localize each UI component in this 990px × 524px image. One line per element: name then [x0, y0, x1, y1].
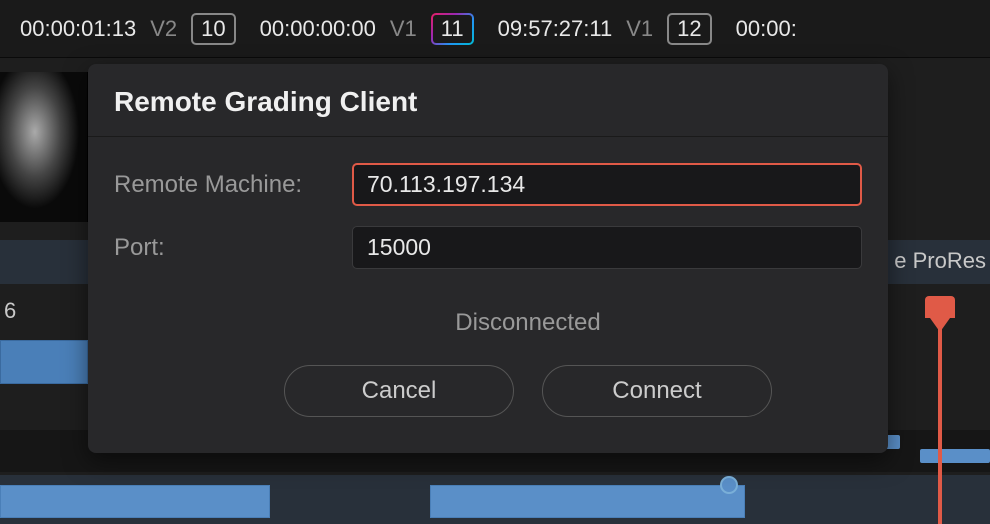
- connection-status: Disconnected: [194, 289, 862, 365]
- timecode-0: 00:00:01:13: [20, 16, 136, 42]
- timecode-2: 09:57:27:11: [498, 16, 613, 42]
- track-label-1: V1: [390, 16, 417, 42]
- dialog-body: Remote Machine: Port: Disconnected Cance…: [88, 137, 888, 423]
- codec-label: e ProRes: [894, 248, 986, 274]
- playhead-line[interactable]: [938, 300, 942, 524]
- timeline-marker-2[interactable]: [920, 449, 990, 463]
- track-label-0: V2: [150, 16, 177, 42]
- clip-thumbnail[interactable]: [0, 72, 88, 222]
- remote-machine-input[interactable]: [352, 163, 862, 206]
- dialog-title: Remote Grading Client: [88, 64, 888, 137]
- toolbar-segment-2: 09:57:27:11 V1 12: [498, 13, 712, 45]
- track-number-0[interactable]: 10: [191, 13, 235, 45]
- cancel-button[interactable]: Cancel: [284, 365, 514, 417]
- bottom-clip-2[interactable]: [430, 485, 745, 518]
- connect-button[interactable]: Connect: [542, 365, 772, 417]
- port-label: Port:: [114, 234, 352, 262]
- toolbar-segment-1: 00:00:00:00 V1 11: [260, 13, 474, 45]
- remote-machine-label: Remote Machine:: [114, 171, 352, 199]
- track-number-2[interactable]: 12: [667, 13, 711, 45]
- remote-machine-row: Remote Machine:: [114, 163, 862, 206]
- port-input[interactable]: [352, 226, 862, 269]
- scrub-handle[interactable]: [720, 476, 738, 494]
- dialog-button-row: Cancel Connect: [194, 365, 862, 417]
- remote-grading-dialog: Remote Grading Client Remote Machine: Po…: [88, 64, 888, 453]
- timeline-clip-block[interactable]: [0, 340, 88, 384]
- bottom-clip-1[interactable]: [0, 485, 270, 518]
- playhead-head[interactable]: [925, 296, 955, 318]
- track-label-2: V1: [626, 16, 653, 42]
- toolbar-segment-0: 00:00:01:13 V2 10: [20, 13, 236, 45]
- port-row: Port:: [114, 226, 862, 269]
- timecode-1: 00:00:00:00: [260, 16, 376, 42]
- timecode-overflow: 00:00:: [736, 16, 797, 42]
- top-toolbar: 00:00:01:13 V2 10 00:00:00:00 V1 11 09:5…: [0, 0, 990, 58]
- track-number-1[interactable]: 11: [431, 13, 474, 45]
- left-label: 6: [4, 298, 16, 324]
